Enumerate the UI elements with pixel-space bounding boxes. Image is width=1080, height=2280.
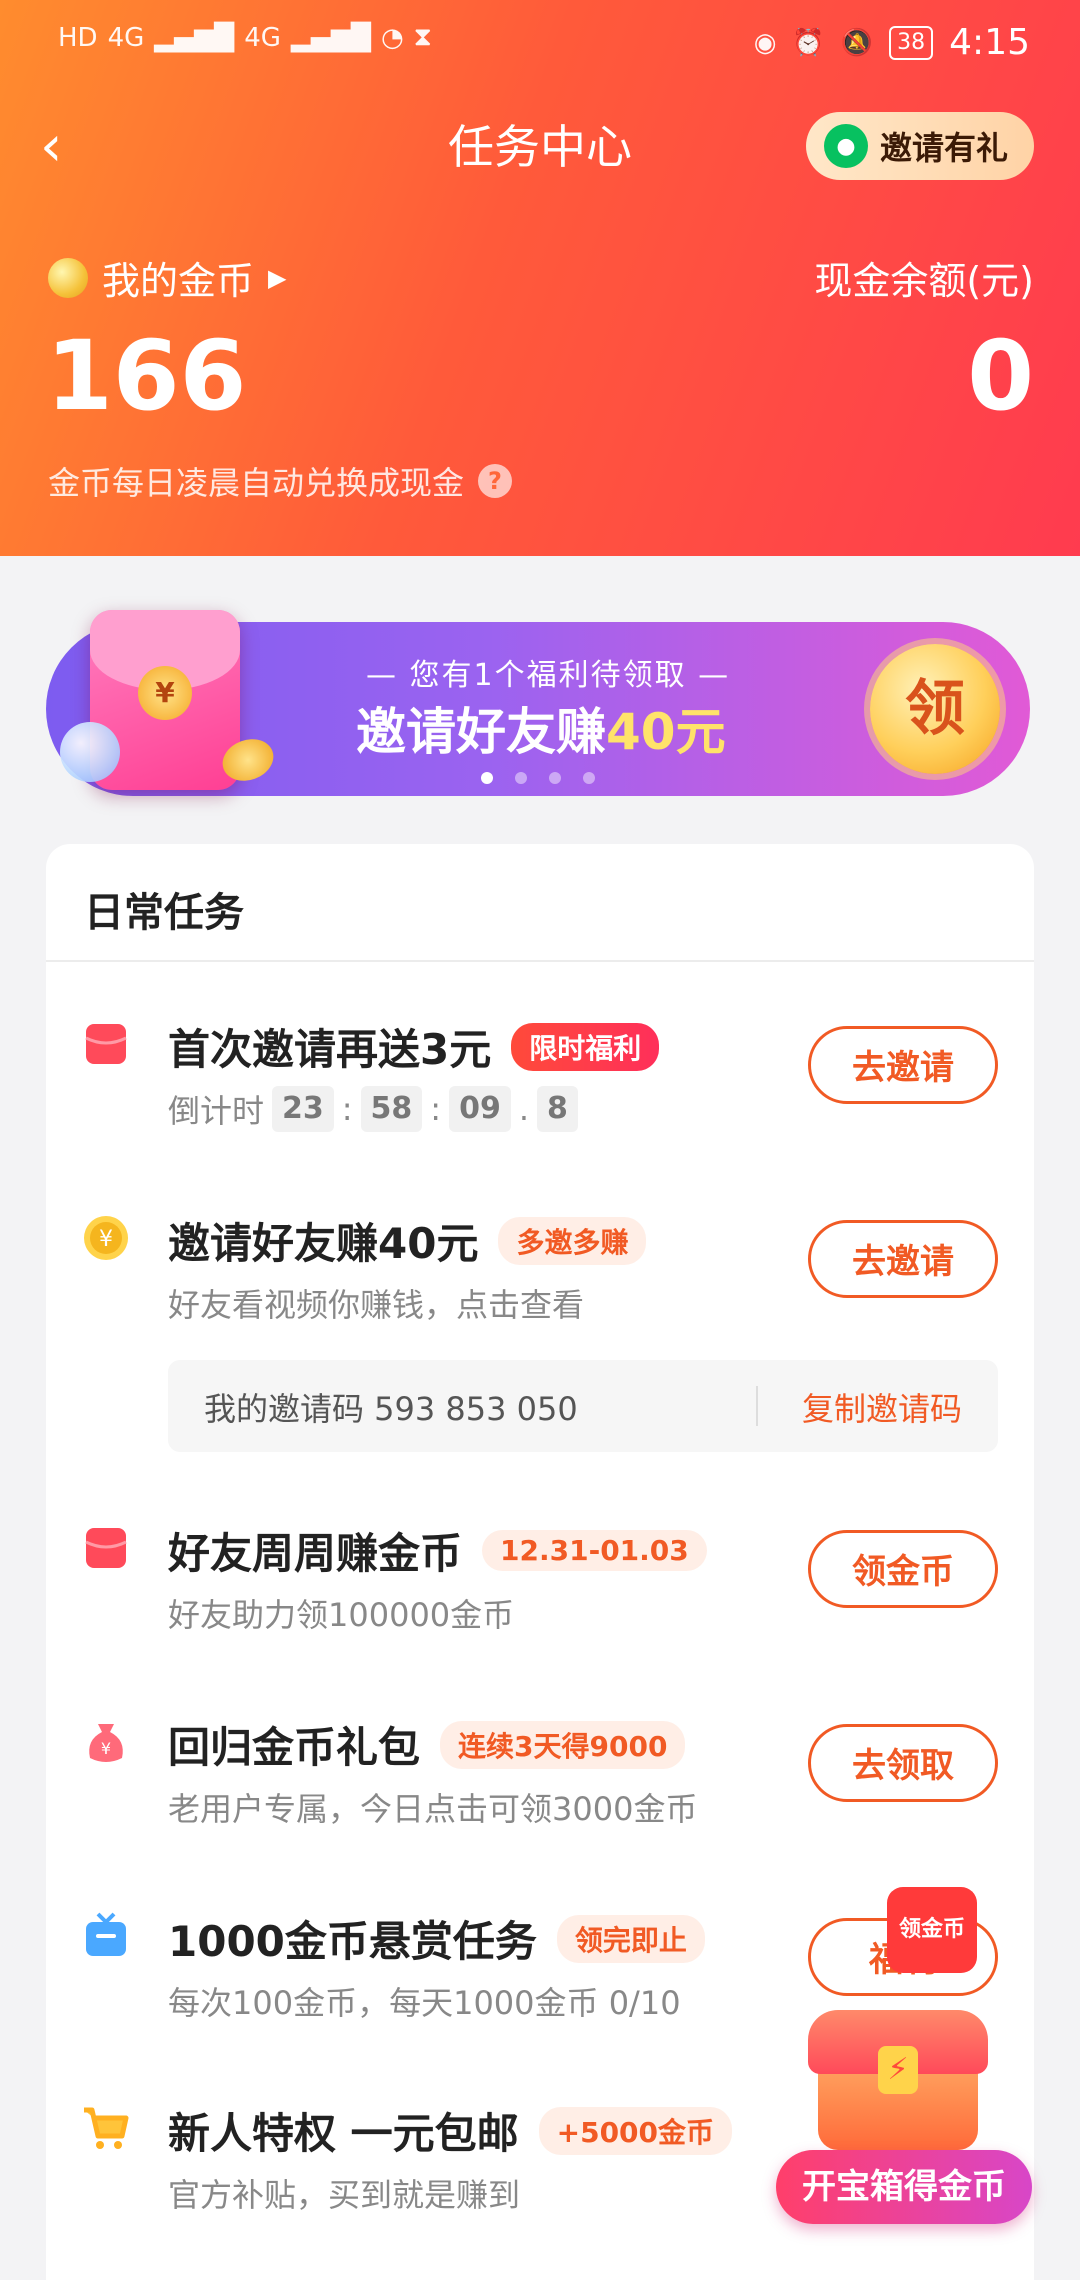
task-desc: 好友看视频你赚钱，点击查看 <box>168 1286 585 1324</box>
invite-button[interactable]: 去邀请 <box>808 1220 998 1298</box>
task-title-text: 1000金币悬赏任务 <box>168 1917 537 1966</box>
svg-text:¥: ¥ <box>99 1227 113 1252</box>
shopping-cart-icon <box>84 2107 129 2149</box>
task-title: 1000金币悬赏任务 领完即止 <box>168 1908 705 1969</box>
hd-icon: HD <box>58 22 98 53</box>
claim-coins-badge: 领金币 <box>886 1887 977 1973</box>
coin-icon <box>48 257 88 298</box>
signal-icon-2: ▂▄▆█ <box>290 22 371 53</box>
header: HD 4G ▂▄▆█ 4G ▂▄▆█ ◔ ⧗ ◉ ⏰ 🔕 38 4:15 ‹ 任… <box>0 0 1080 556</box>
task-title-text: 回归金币礼包 <box>168 1723 421 1772</box>
carousel-dot[interactable] <box>583 772 595 784</box>
status-bar: HD 4G ▂▄▆█ 4G ▂▄▆█ ◔ ⧗ ◉ ⏰ 🔕 38 4:15 <box>0 22 1080 72</box>
task-title-text: 邀请好友赚40元 <box>168 1219 479 1268</box>
countdown-label: 倒计时 <box>168 1092 265 1130</box>
wechat-icon: ● <box>823 124 868 168</box>
task-title-text: 首次邀请再送3元 <box>168 1025 492 1074</box>
divider <box>46 960 1034 962</box>
network-4g-icon: 4G <box>107 22 145 53</box>
coin-icon: ¥ <box>84 1216 128 1260</box>
banner-subtitle: — 您有1个福利待领取 — <box>366 658 731 693</box>
task-item: 好友周周赚金币 12.31-01.03 好友助力领100000金币 领金币 <box>46 1520 1034 1660</box>
exchange-hint: 金币每日凌晨自动兑换成现金 ? <box>48 458 513 504</box>
task-item: 首次邀请再送3元 限时福利 倒计时 23 : 58 : 09 . 8 去邀请 <box>46 1016 1034 1156</box>
treasure-chest-icon[interactable]: ⚡ <box>808 2000 988 2150</box>
task-title: 邀请好友赚40元 多邀多赚 <box>168 1210 647 1271</box>
signal-icon: ▂▄▆█ <box>154 22 235 53</box>
lightning-icon: ⚡ <box>878 2046 918 2094</box>
wifi-icon: ◔ <box>380 22 404 53</box>
banner-title-prefix: 邀请好友赚 <box>356 703 606 761</box>
task-tag: +5000金币 <box>538 2106 733 2155</box>
task-item: ¥ 回归金币礼包 连续3天得9000 老用户专属，今日点击可领3000金币 去领… <box>46 1714 1034 1854</box>
eye-icon: ◉ <box>753 27 777 58</box>
red-envelope-icon <box>85 1528 127 1568</box>
red-envelope-icon <box>85 1024 127 1064</box>
invite-code: 我的邀请码 593 853 050 <box>204 1390 578 1428</box>
mute-icon: 🔕 <box>840 27 874 58</box>
task-tag: 领完即止 <box>556 1914 705 1963</box>
task-tag: 12.31-01.03 <box>482 1530 707 1571</box>
daily-tasks-title: 日常任务 <box>84 890 244 936</box>
task-title: 首次邀请再送3元 限时福利 <box>168 1016 660 1077</box>
task-tag: 连续3天得9000 <box>440 1720 686 1769</box>
cash-balance-label: 现金余额(元) <box>814 259 1034 303</box>
exchange-hint-text: 金币每日凌晨自动兑换成现金 <box>48 464 465 502</box>
welfare-button[interactable]: 福利 领金币 <box>808 1887 998 1996</box>
task-tag: 多邀多赚 <box>498 1216 647 1265</box>
countdown-tenths: 8 <box>537 1086 578 1132</box>
carousel-dot[interactable] <box>481 772 493 784</box>
task-title: 好友周周赚金币 12.31-01.03 <box>168 1520 707 1581</box>
countdown-hours: 23 <box>272 1086 334 1132</box>
claim-coins-button[interactable]: 领金币 <box>808 1530 998 1608</box>
coins-value: 166 <box>46 320 247 432</box>
task-desc: 官方补贴，买到就是赚到 <box>168 2176 521 2214</box>
task-item: ¥ 邀请好友赚40元 多邀多赚 好友看视频你赚钱，点击查看 去邀请 我的邀请码 … <box>46 1210 1034 1470</box>
task-tag: 限时福利 <box>511 1022 660 1071</box>
alarm-icon: ⏰ <box>792 27 825 58</box>
invite-button[interactable]: 去邀请 <box>808 1026 998 1104</box>
carousel-dots <box>46 772 1030 784</box>
status-time: 4:15 <box>949 22 1030 63</box>
network-4g-icon-2: 4G <box>244 22 281 53</box>
invite-gift-label: 邀请有礼 <box>879 129 1008 167</box>
task-title: 新人特权 一元包邮 +5000金币 <box>168 2100 733 2161</box>
open-chest-button[interactable]: 开宝箱得金币 <box>776 2150 1032 2224</box>
countdown-seconds: 09 <box>449 1086 511 1132</box>
hourglass-icon: ⧗ <box>413 22 432 52</box>
yuan-seal: ¥ <box>138 666 192 720</box>
carousel-dot[interactable] <box>549 772 561 784</box>
task-title-text: 新人特权 一元包邮 <box>168 2109 519 2158</box>
invite-code-box: 我的邀请码 593 853 050 复制邀请码 <box>168 1360 998 1452</box>
money-bag-icon: ¥ <box>89 1724 123 1762</box>
task-desc: 老用户专属，今日点击可领3000金币 <box>168 1790 698 1828</box>
invite-banner[interactable]: ¥ — 您有1个福利待领取 — 邀请好友赚40元 领 <box>46 610 1030 796</box>
task-desc: 好友助力领100000金币 <box>168 1596 515 1634</box>
copy-invite-code-button[interactable]: 复制邀请码 <box>802 1384 962 1430</box>
task-title: 回归金币礼包 连续3天得9000 <box>168 1714 686 1775</box>
countdown: 倒计时 23 : 58 : 09 . 8 <box>168 1086 578 1132</box>
triangle-right-icon: ▶ <box>268 263 287 292</box>
help-icon[interactable]: ? <box>478 464 513 498</box>
claim-button[interactable]: 去领取 <box>808 1724 998 1802</box>
invite-gift-button[interactable]: ● 邀请有礼 <box>805 112 1034 180</box>
battery-icon: 38 <box>889 25 934 60</box>
banner-title: 邀请好友赚40元 <box>356 692 726 764</box>
cash-value: 0 <box>967 320 1034 432</box>
my-coins-link[interactable]: 我的金币 ▶ <box>48 250 286 305</box>
carousel-dot[interactable] <box>515 772 527 784</box>
svg-text:¥: ¥ <box>101 1739 111 1758</box>
my-coins-label: 我的金币 <box>102 259 255 303</box>
task-desc: 每次100金币，每天1000金币 0/10 <box>168 1984 681 2022</box>
countdown-minutes: 58 <box>360 1086 423 1132</box>
banner-title-amount: 40元 <box>606 703 726 761</box>
task-title-text: 好友周周赚金币 <box>168 1529 463 1578</box>
tv-icon <box>86 1912 126 1956</box>
claim-button[interactable]: 领 <box>870 644 1000 774</box>
